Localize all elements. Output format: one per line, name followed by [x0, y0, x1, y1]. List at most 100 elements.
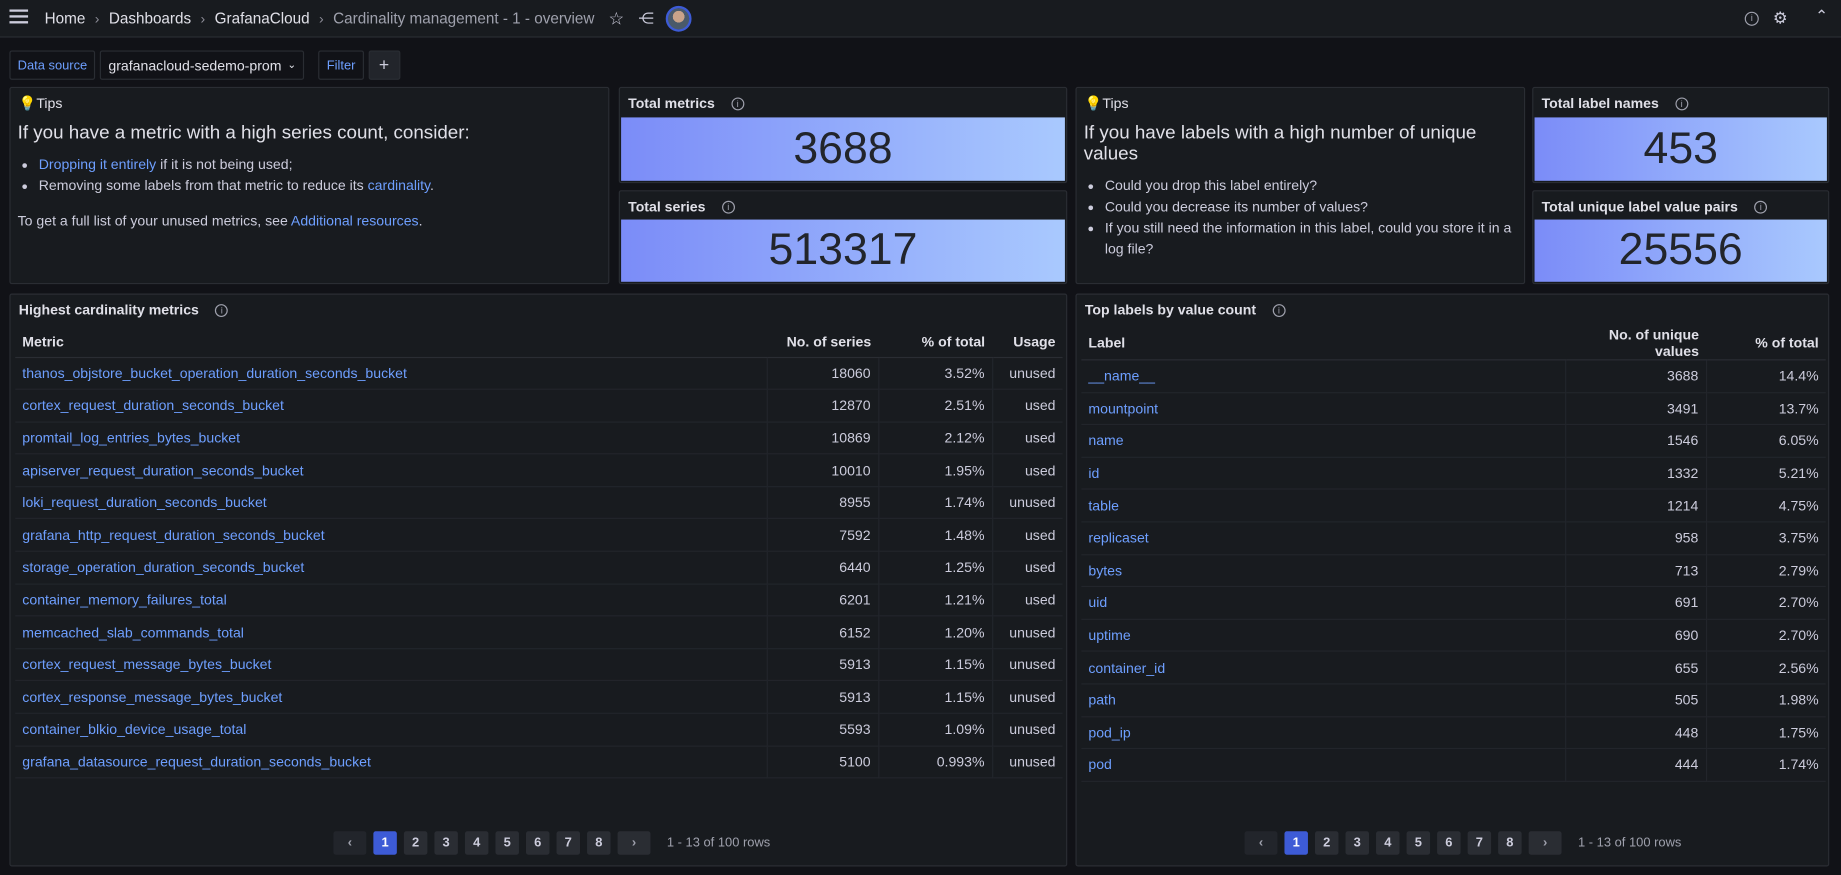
- page-button-5[interactable]: 5: [495, 831, 519, 855]
- page-button-8[interactable]: 8: [1498, 831, 1522, 855]
- metric-link[interactable]: promtail_log_entries_bytes_bucket: [15, 421, 768, 455]
- table-row: grafana_datasource_request_duration_seco…: [15, 745, 1063, 779]
- metric-link[interactable]: cortex_request_message_bytes_bucket: [15, 648, 768, 682]
- label-link[interactable]: replicaset: [1081, 521, 1566, 555]
- metric-link[interactable]: memcached_slab_commands_total: [15, 616, 768, 650]
- breadcrumb-dashboards[interactable]: Dashboards: [109, 9, 191, 27]
- info-icon[interactable]: i: [215, 303, 229, 317]
- page-button-7[interactable]: 7: [556, 831, 581, 855]
- metric-link[interactable]: thanos_objstore_bucket_operation_duratio…: [15, 356, 768, 390]
- column-header-series[interactable]: No. of series: [766, 326, 879, 358]
- label-link[interactable]: uid: [1081, 586, 1566, 620]
- metric-link[interactable]: container_blkio_device_usage_total: [15, 713, 768, 747]
- menu-icon[interactable]: [9, 9, 29, 27]
- label-link[interactable]: pod: [1081, 748, 1566, 782]
- info-icon[interactable]: i: [1675, 96, 1689, 110]
- label-link[interactable]: mountpoint: [1081, 392, 1566, 426]
- next-page-button[interactable]: ›: [617, 831, 651, 855]
- table-cell: used: [992, 551, 1063, 585]
- dropping-link[interactable]: Dropping it entirely: [39, 156, 156, 172]
- page-button-4[interactable]: 4: [1376, 831, 1400, 855]
- metric-link[interactable]: cortex_request_duration_seconds_bucket: [15, 389, 768, 423]
- metric-link[interactable]: cortex_response_message_bytes_bucket: [15, 680, 768, 714]
- metric-link[interactable]: grafana_datasource_request_duration_seco…: [15, 745, 768, 779]
- page-button-2[interactable]: 2: [403, 831, 428, 855]
- panel-title: Total unique label value pairs: [1541, 198, 1738, 215]
- metric-link[interactable]: apiserver_request_duration_seconds_bucke…: [15, 454, 768, 488]
- prev-page-button[interactable]: ‹: [1244, 831, 1278, 855]
- info-icon[interactable]: i: [1272, 303, 1286, 317]
- share-icon[interactable]: ⋲: [638, 9, 653, 28]
- page-button-1[interactable]: 1: [1284, 831, 1308, 855]
- metric-link[interactable]: container_memory_failures_total: [15, 583, 768, 617]
- label-link[interactable]: path: [1081, 683, 1566, 717]
- label-link[interactable]: name: [1081, 424, 1566, 458]
- controls: Data source grafanacloud-sedemo-prom ⌄ Fi…: [9, 50, 400, 80]
- column-header-percent[interactable]: % of total: [1705, 326, 1826, 361]
- breadcrumb-home[interactable]: Home: [45, 9, 86, 27]
- page-button-6[interactable]: 6: [1437, 831, 1461, 855]
- collapse-icon[interactable]: ⌃: [1815, 7, 1828, 26]
- page-button-3[interactable]: 3: [434, 831, 458, 855]
- label-link[interactable]: uptime: [1081, 619, 1566, 653]
- table-cell: 2.70%: [1705, 619, 1826, 653]
- column-header-metric[interactable]: Metric: [15, 326, 767, 358]
- page-button-3[interactable]: 3: [1345, 831, 1370, 855]
- table-cell: used: [992, 518, 1063, 552]
- help-icon[interactable]: i: [1744, 11, 1759, 26]
- avatar[interactable]: [665, 5, 692, 32]
- metric-link[interactable]: loki_request_duration_seconds_bucket: [15, 486, 768, 520]
- stat-value: 453: [1534, 117, 1827, 181]
- label-link[interactable]: table: [1081, 489, 1566, 523]
- chevron-down-icon: ⌄: [287, 58, 297, 71]
- table-row: mountpoint 3491 13.7%: [1081, 392, 1826, 426]
- page-button-8[interactable]: 8: [587, 831, 611, 855]
- info-icon[interactable]: i: [721, 200, 735, 214]
- filter-label: Filter: [318, 50, 364, 80]
- prev-page-button[interactable]: ‹: [333, 831, 367, 855]
- table-cell: 2.79%: [1705, 554, 1826, 588]
- label-link[interactable]: pod_ip: [1081, 716, 1566, 750]
- table-cell: 3491: [1565, 392, 1707, 426]
- table-cell: 1.75%: [1705, 716, 1826, 750]
- info-icon[interactable]: i: [1754, 200, 1768, 214]
- page-button-4[interactable]: 4: [464, 831, 489, 855]
- label-link[interactable]: id: [1081, 457, 1566, 491]
- gear-icon[interactable]: ⚙: [1773, 8, 1788, 28]
- column-header-label[interactable]: Label: [1081, 326, 1566, 361]
- tip-item: If you still need the information in thi…: [1105, 217, 1517, 259]
- table-cell: used: [992, 421, 1063, 455]
- add-filter-button[interactable]: +: [368, 50, 400, 80]
- column-header-unique-values[interactable]: No. of unique values: [1565, 326, 1706, 361]
- table-cell: 5593: [766, 713, 879, 747]
- datasource-select[interactable]: grafanacloud-sedemo-prom ⌄: [100, 50, 305, 80]
- label-link[interactable]: container_id: [1081, 651, 1566, 685]
- label-link[interactable]: bytes: [1081, 554, 1566, 588]
- star-icon[interactable]: ☆: [609, 8, 625, 29]
- stat-value: 3688: [621, 117, 1065, 181]
- labels-table: Label No. of unique values % of total __…: [1081, 326, 1826, 782]
- additional-resources-link[interactable]: Additional resources: [291, 213, 419, 229]
- page-button-5[interactable]: 5: [1406, 831, 1431, 855]
- page-button-6[interactable]: 6: [525, 831, 550, 855]
- next-page-button[interactable]: ›: [1528, 831, 1562, 855]
- column-header-usage[interactable]: Usage: [992, 326, 1063, 358]
- panel-title: Top labels by value count: [1084, 301, 1257, 319]
- table-cell: 448: [1565, 716, 1707, 750]
- info-icon[interactable]: i: [731, 96, 745, 110]
- table-row: grafana_http_request_duration_seconds_bu…: [15, 518, 1063, 552]
- table-cell: 1.95%: [878, 454, 993, 488]
- stat-value: 25556: [1534, 219, 1827, 282]
- stat-total-label-names: Total label names i 453: [1532, 86, 1830, 184]
- metric-link[interactable]: grafana_http_request_duration_seconds_bu…: [15, 518, 768, 552]
- metric-link[interactable]: storage_operation_duration_seconds_bucke…: [15, 551, 768, 585]
- table-row: container_blkio_device_usage_total 5593 1.…: [15, 713, 1063, 747]
- page-button-2[interactable]: 2: [1314, 831, 1339, 855]
- page-button-7[interactable]: 7: [1467, 831, 1492, 855]
- column-header-percent[interactable]: % of total: [878, 326, 993, 358]
- cardinality-link[interactable]: cardinality: [368, 177, 430, 193]
- breadcrumb-folder[interactable]: GrafanaCloud: [215, 9, 310, 27]
- label-link[interactable]: __name__: [1081, 359, 1566, 393]
- panel-title: Total label names: [1541, 95, 1659, 112]
- page-button-1[interactable]: 1: [373, 831, 397, 855]
